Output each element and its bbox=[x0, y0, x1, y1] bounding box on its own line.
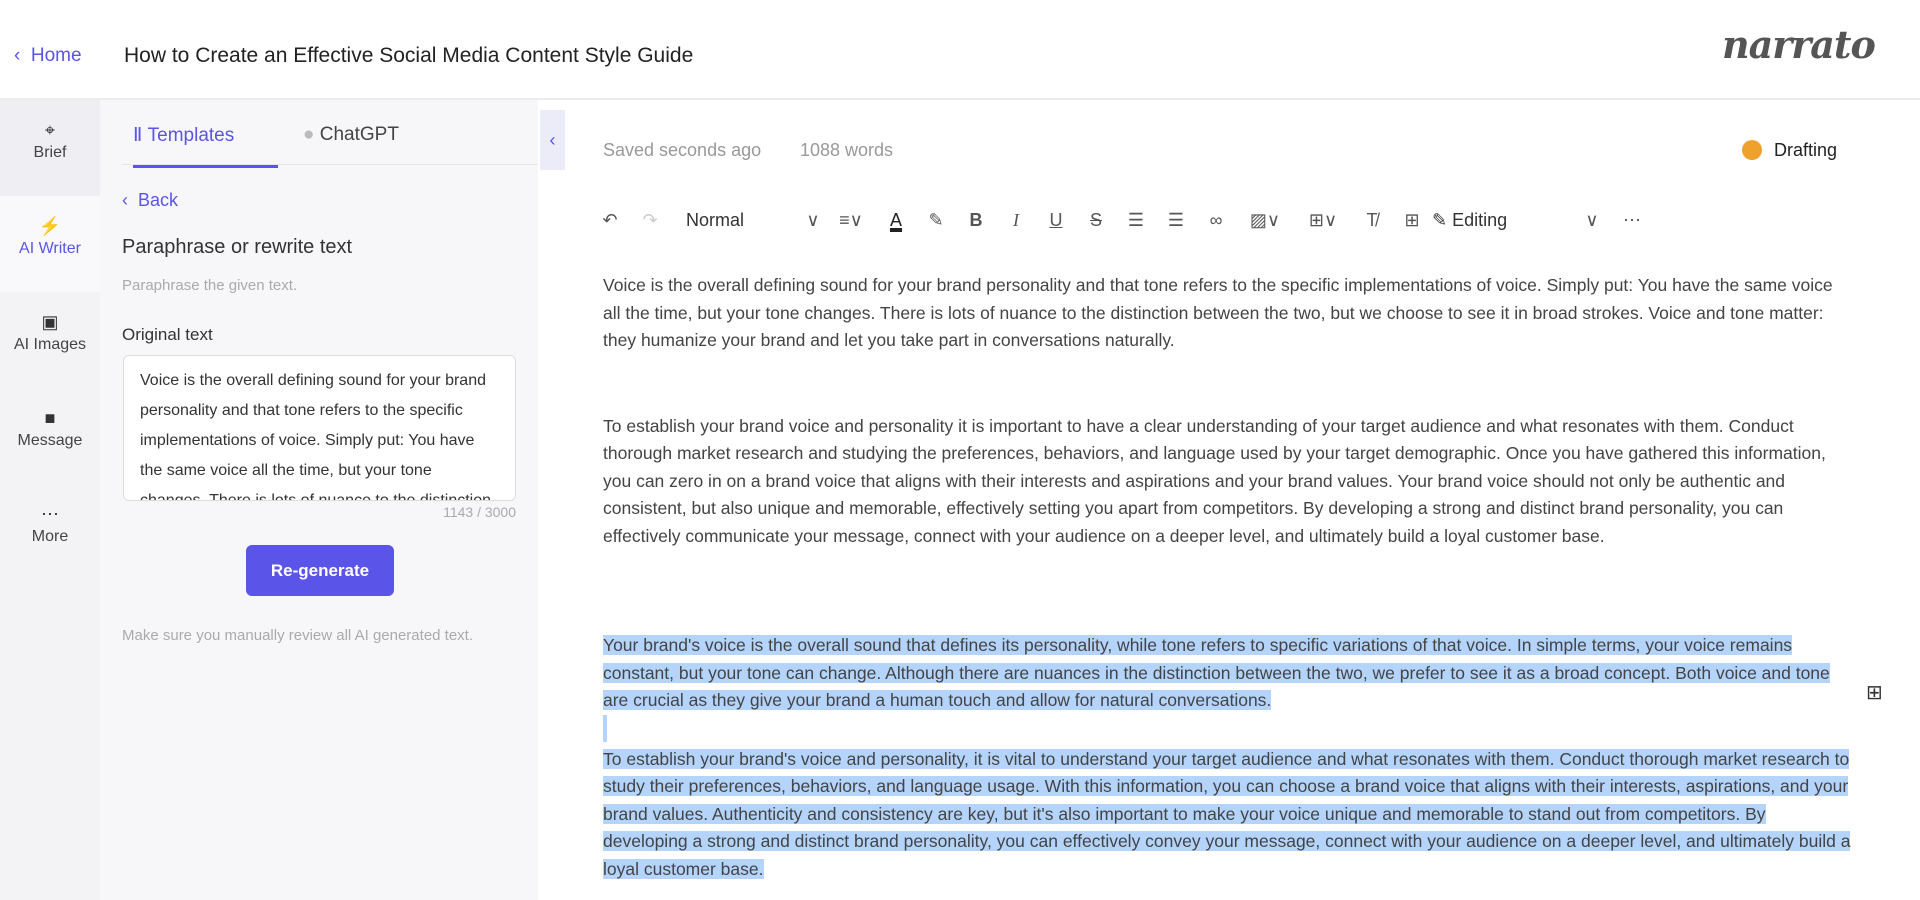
tab-chatgpt[interactable]: ● ChatGPT bbox=[303, 124, 399, 146]
add-comment-icon[interactable]: ⊞ bbox=[1866, 680, 1883, 705]
add-comment-icon[interactable]: ⊞ bbox=[1392, 210, 1432, 231]
lightning-icon: ⚡ bbox=[38, 216, 62, 236]
undo-icon[interactable]: ↶ bbox=[590, 210, 630, 231]
document-title: How to Create an Effective Social Media … bbox=[124, 44, 694, 67]
link-icon[interactable]: ∞ bbox=[1196, 210, 1236, 231]
chevron-left-icon: ‹ bbox=[14, 45, 31, 66]
save-status: Saved seconds ago bbox=[603, 140, 762, 160]
editing-mode-select[interactable]: ✎ Editing bbox=[1432, 210, 1572, 231]
editor-content[interactable]: Voice is the overall defining sound for … bbox=[603, 272, 1853, 883]
selected-blank-line bbox=[603, 714, 607, 742]
rail-item-brief[interactable]: ⌖ Brief bbox=[0, 100, 100, 196]
image-icon: ▣ bbox=[41, 312, 59, 332]
paragraph-style-select[interactable]: Normal bbox=[670, 210, 800, 231]
tab-templates[interactable]: Ⅱ Templates bbox=[133, 124, 278, 168]
status-badge[interactable]: Drafting bbox=[1742, 140, 1837, 161]
collapse-panel-button[interactable]: ‹ bbox=[540, 110, 565, 170]
redo-icon[interactable]: ↷ bbox=[630, 210, 670, 231]
numbered-list-icon[interactable]: ☰ bbox=[1156, 210, 1196, 231]
regenerate-button[interactable]: Re-generate bbox=[246, 545, 394, 596]
chevron-down-icon[interactable]: ∨ bbox=[1572, 210, 1612, 231]
bold-icon[interactable]: B bbox=[956, 210, 996, 231]
chevron-left-icon: ‹ bbox=[549, 130, 556, 150]
rail-item-ai-writer[interactable]: ⚡ AI Writer bbox=[0, 196, 100, 292]
review-note: Make sure you manually review all AI gen… bbox=[122, 627, 474, 644]
books-icon: Ⅱ bbox=[133, 125, 148, 146]
bullet-list-icon[interactable]: ☰ bbox=[1116, 210, 1156, 231]
paragraph[interactable]: Voice is the overall defining sound for … bbox=[603, 272, 1853, 355]
text-color-icon[interactable]: A bbox=[876, 210, 916, 231]
top-header: ‹ Home How to Create an Effective Social… bbox=[0, 0, 1920, 100]
left-rail: ⌖ Brief ⚡ AI Writer ▣ AI Images ■ Message ⋯ M… bbox=[0, 100, 100, 900]
clear-format-icon[interactable]: T̸ bbox=[1352, 210, 1392, 231]
selected-text[interactable]: To establish your brand's voice and pers… bbox=[603, 748, 1851, 879]
status-dot bbox=[1742, 140, 1762, 160]
highlighter-icon[interactable]: ✎ bbox=[916, 210, 956, 231]
underline-icon[interactable]: U bbox=[1036, 210, 1076, 231]
strikethrough-icon[interactable]: S bbox=[1076, 210, 1116, 231]
selected-text[interactable]: Your brand's voice is the overall sound … bbox=[603, 635, 1830, 710]
original-text-label: Original text bbox=[122, 325, 213, 344]
ai-writer-panel: Ⅱ Templates ● ChatGPT ‹ Back Paraphrase … bbox=[100, 100, 538, 900]
narrato-logo: narrato bbox=[1722, 22, 1876, 67]
word-count: 1088 words bbox=[800, 140, 894, 160]
editor-toolbar: ↶ ↷ Normal ∨ ≡∨ A ✎ B I U S ☰ ☰ ∞ ▨∨ ⊞∨ … bbox=[590, 205, 1652, 235]
rail-item-message[interactable]: ■ Message bbox=[0, 388, 100, 484]
template-subtitle: Paraphrase the given text. bbox=[122, 277, 298, 294]
character-count: 1143 / 3000 bbox=[443, 504, 516, 520]
rail-item-ai-images[interactable]: ▣ AI Images bbox=[0, 292, 100, 388]
original-text-input[interactable]: Voice is the overall defining sound for … bbox=[123, 355, 516, 501]
italic-icon[interactable]: I bbox=[996, 210, 1036, 231]
rail-item-more[interactable]: ⋯ More bbox=[0, 484, 100, 580]
template-title: Paraphrase or rewrite text bbox=[122, 236, 353, 258]
crosshair-icon: ⌖ bbox=[44, 120, 56, 140]
paragraph[interactable]: To establish your brand voice and person… bbox=[603, 413, 1853, 551]
chat-icon: ■ bbox=[44, 408, 56, 428]
pencil-icon: ✎ bbox=[1432, 209, 1453, 230]
home-link[interactable]: ‹ Home bbox=[14, 45, 82, 67]
chevron-down-icon[interactable]: ∨ bbox=[800, 210, 826, 231]
paragraph-selected[interactable]: Your brand's voice is the overall sound … bbox=[603, 632, 1853, 715]
chat-bubbles-icon: ● bbox=[303, 124, 320, 145]
chevron-left-icon: ‹ bbox=[122, 190, 138, 210]
more-options-icon[interactable]: ⋯ bbox=[1612, 210, 1652, 231]
paragraph-selected[interactable]: To establish your brand's voice and pers… bbox=[603, 746, 1853, 884]
image-insert-icon[interactable]: ▨∨ bbox=[1236, 210, 1294, 231]
align-icon[interactable]: ≡∨ bbox=[826, 210, 876, 231]
ellipsis-icon: ⋯ bbox=[41, 504, 59, 524]
table-icon[interactable]: ⊞∨ bbox=[1294, 210, 1352, 231]
back-link[interactable]: ‹ Back bbox=[122, 190, 178, 211]
tab-divider bbox=[122, 164, 538, 165]
